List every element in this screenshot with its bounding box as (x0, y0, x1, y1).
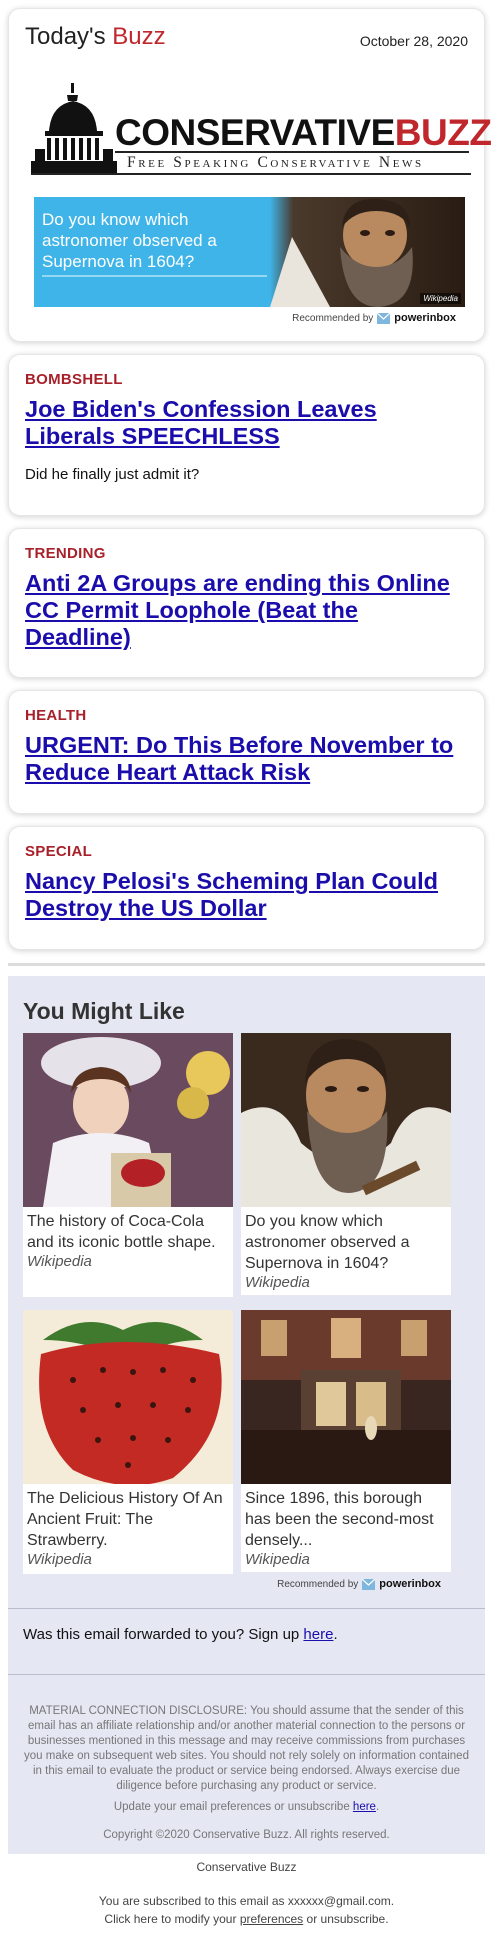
recommended-prefix: Recommended by (292, 312, 374, 324)
section-divider (8, 1674, 485, 1675)
brand-accent: Buzz (112, 23, 166, 50)
unsubscribe-here-link[interactable]: here (353, 1801, 376, 1813)
envelope-icon (362, 1578, 376, 1590)
recommendation-tile[interactable]: Since 1896, this borough has been the se… (241, 1310, 451, 1572)
brooklyn-street-painting-image (241, 1310, 451, 1484)
forwarded-signup-text: Was this email forwarded to you? Sign up… (23, 1626, 338, 1643)
ad-source-label: Wikipedia (420, 293, 461, 304)
story-headline-link[interactable]: Nancy Pelosi's Scheming Plan Could Destr… (25, 868, 468, 922)
tile-headline: The Delicious History Of An Ancient Frui… (27, 1490, 223, 1549)
strawberry-illustration-image (23, 1310, 233, 1484)
recommendation-tile[interactable]: The Delicious History Of An Ancient Frui… (23, 1310, 233, 1574)
preferences-link[interactable]: preferences (240, 1912, 303, 1926)
tile-source: Wikipedia (27, 1551, 92, 1568)
recommended-by-powerinbox[interactable]: Recommended by powerinbox (292, 312, 456, 324)
you-might-like-title: You Might Like (23, 998, 185, 1024)
brand-prefix: Today's (25, 23, 113, 50)
recommendation-tile[interactable]: Do you know which astronomer observed a … (241, 1033, 451, 1295)
header-card: Today's Buzz October 28, 2020 CONSERVATI… (8, 8, 492, 342)
astronomer-portrait-image (270, 197, 465, 307)
brand-title: Today's Buzz (25, 23, 166, 51)
section-divider (8, 963, 485, 966)
story-category: BOMBSHELL (25, 371, 123, 388)
modify-suffix: or unsubscribe. (303, 1912, 389, 1926)
logo-word-conservative: CONSERVATIVE (115, 112, 395, 153)
logo-underline (31, 173, 471, 175)
you-might-like-section: You Might Like The history of Coca-Cola … (8, 976, 485, 1854)
tile-source: Wikipedia (245, 1551, 310, 1568)
modify-prefix: Click here to modify your (104, 1912, 240, 1926)
tile-headline: The history of Coca-Cola and its iconic … (27, 1213, 216, 1251)
preferences-text: Update your email preferences or unsubsc… (113, 1801, 353, 1813)
preferences-suffix: . (375, 1801, 380, 1813)
sponsored-ad-banner[interactable]: Do you know which astronomer observed a … (34, 197, 465, 307)
email-preferences-text: Update your email preferences or unsubsc… (8, 1801, 485, 1813)
logo-wordmark: CONSERVATIVEBUZZ (115, 112, 492, 154)
story-card: HEALTH URGENT: Do This Before November t… (8, 690, 485, 814)
envelope-icon (377, 312, 391, 324)
powerinbox-brand: powerinbox (394, 312, 456, 324)
tile-source: Wikipedia (245, 1274, 310, 1291)
ad-divider (42, 275, 267, 277)
tile-headline: Do you know which astronomer observed a … (245, 1213, 410, 1272)
section-divider (8, 1608, 485, 1609)
story-headline-link[interactable]: Joe Biden's Confession Leaves Liberals S… (25, 396, 468, 450)
story-card: BOMBSHELL Joe Biden's Confession Leaves … (8, 354, 485, 516)
capitol-dome-icon (31, 83, 117, 173)
story-category: TRENDING (25, 545, 106, 562)
material-connection-disclosure: MATERIAL CONNECTION DISCLOSURE: You shou… (24, 1705, 469, 1792)
story-headline-link[interactable]: Anti 2A Groups are ending this Online CC… (25, 570, 468, 651)
logo-divider (115, 151, 469, 153)
coca-cola-vintage-image (23, 1033, 233, 1207)
tile-source: Wikipedia (27, 1253, 92, 1270)
ad-headline: Do you know which astronomer observed a … (42, 210, 217, 271)
story-card: SPECIAL Nancy Pelosi's Scheming Plan Cou… (8, 826, 485, 950)
story-subtitle: Did he finally just admit it? (25, 466, 200, 483)
conservative-buzz-logo[interactable]: CONSERVATIVEBUZZ Free Speaking Conservat… (31, 83, 492, 179)
recommended-by-powerinbox[interactable]: Recommended by powerinbox (277, 1578, 441, 1590)
story-card: TRENDING Anti 2A Groups are ending this … (8, 528, 485, 678)
footer-sender-name: Conservative Buzz (196, 1860, 297, 1874)
powerinbox-brand: powerinbox (379, 1578, 441, 1590)
footer-subscription-notice: You are subscribed to this email as xxxx… (98, 1894, 395, 1908)
logo-word-buzz: BUZZ (394, 112, 492, 153)
forwarded-text: Was this email forwarded to you? Sign up (23, 1626, 304, 1643)
story-category: SPECIAL (25, 843, 93, 860)
astronomer-portrait-image (241, 1033, 451, 1207)
issue-date: October 28, 2020 (359, 33, 468, 49)
recommendation-tile[interactable]: The history of Coca-Cola and its iconic … (23, 1033, 233, 1297)
story-headline-link[interactable]: URGENT: Do This Before November to Reduc… (25, 732, 468, 786)
recommended-prefix: Recommended by (277, 1578, 359, 1590)
signup-here-link[interactable]: here (303, 1626, 333, 1643)
logo-tagline: Free Speaking Conservative News (127, 154, 424, 171)
copyright-notice: Copyright ©2020 Conservative Buzz. All r… (103, 1829, 390, 1841)
forwarded-suffix: . (333, 1626, 338, 1643)
footer-modify-text: Click here to modify your preferences or… (0, 1912, 493, 1926)
story-category: HEALTH (25, 707, 87, 724)
tile-headline: Since 1896, this borough has been the se… (245, 1490, 434, 1549)
